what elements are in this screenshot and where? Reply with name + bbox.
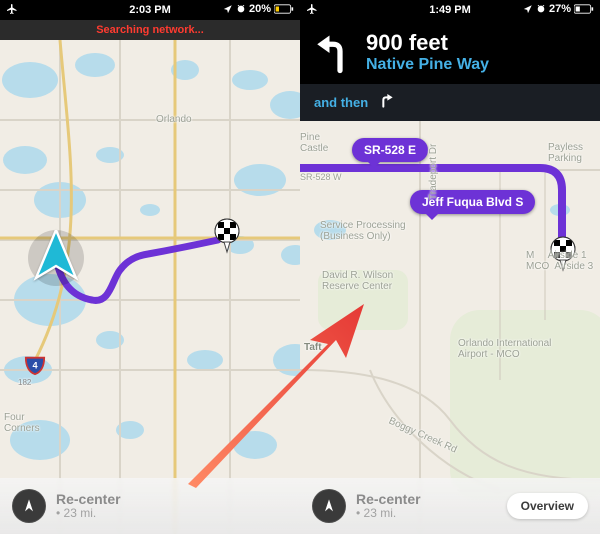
status-time: 1:49 PM	[429, 4, 471, 16]
route-pill-sr528: SR-528 E	[352, 138, 428, 162]
status-battery-pct: 27%	[549, 3, 571, 15]
phone-right: 1:49 PM 27% 900 feet Native Pine Way and…	[300, 0, 600, 534]
airplane-mode-icon	[6, 3, 18, 15]
status-time: 2:03 PM	[129, 4, 171, 16]
turn-right-icon	[378, 92, 394, 113]
overview-label: Overview	[521, 499, 574, 513]
bottom-bar-right: Re-center • 23 mi. Overview	[300, 478, 600, 534]
distance-label: • 23 mi.	[356, 507, 421, 521]
compass-icon	[21, 498, 37, 514]
map-right[interactable]: SR-528 E Jeff Fuqua Blvd S Pine Castle S	[300, 120, 600, 534]
recenter-button[interactable]	[312, 489, 346, 523]
and-then-bar[interactable]: and then	[300, 84, 600, 121]
destination-flag-icon	[548, 236, 578, 272]
airplane-mode-icon	[306, 3, 318, 15]
location-icon	[523, 4, 533, 14]
searching-network-banner: Searching network...	[0, 20, 300, 40]
nav-road: Native Pine Way	[366, 56, 489, 74]
alarm-icon	[236, 4, 246, 14]
compass-icon	[321, 498, 337, 514]
route-pill-jff: Jeff Fuqua Blvd S	[410, 190, 535, 214]
nav-distance: 900 feet	[366, 30, 489, 56]
nav-banner[interactable]: 900 feet Native Pine Way	[300, 20, 600, 84]
turn-left-icon	[312, 32, 354, 74]
status-bar: 2:03 PM 20%	[0, 0, 300, 20]
battery-icon	[574, 4, 594, 14]
status-battery-pct: 20%	[249, 3, 271, 15]
bottom-bar-left: Re-center • 23 mi.	[0, 478, 300, 534]
alarm-icon	[536, 4, 546, 14]
recenter-button[interactable]	[12, 489, 46, 523]
phone-left: 2:03 PM 20% Searching network...	[0, 0, 300, 534]
location-icon	[223, 4, 233, 14]
and-then-label: and then	[314, 95, 368, 110]
destination-flag-icon	[212, 218, 242, 254]
overview-button[interactable]: Overview	[507, 493, 588, 519]
battery-icon	[274, 4, 294, 14]
map-left[interactable]: Orlando Four Corners 4 182	[0, 40, 300, 534]
searching-text: Searching network...	[96, 24, 204, 36]
current-location-marker	[28, 230, 84, 286]
interstate-shield-icon: 4	[24, 354, 46, 376]
distance-label: • 23 mi.	[56, 507, 121, 521]
status-bar: 1:49 PM 27%	[300, 0, 600, 20]
recenter-label: Re-center	[56, 491, 121, 507]
recenter-label: Re-center	[356, 491, 421, 507]
